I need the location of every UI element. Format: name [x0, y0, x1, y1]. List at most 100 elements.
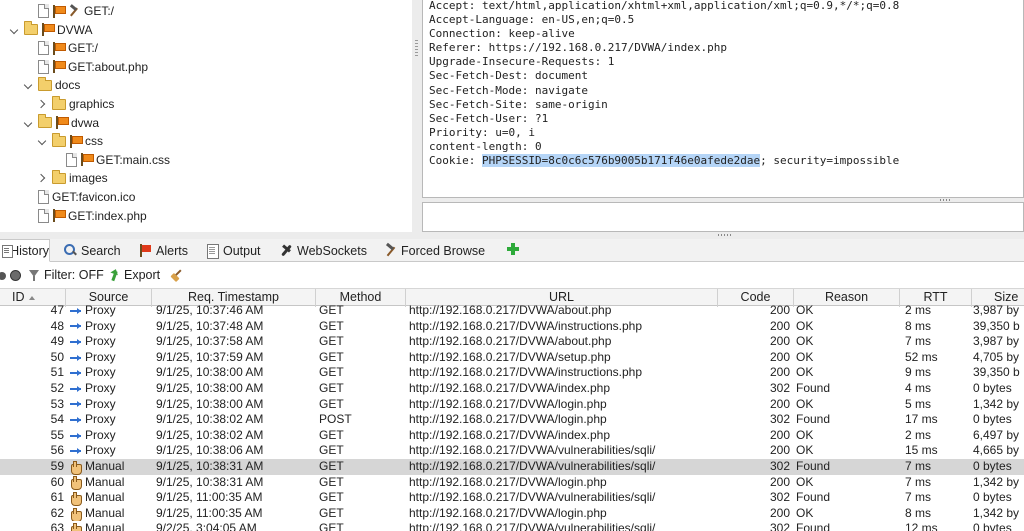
tree-node[interactable]: DVWA — [10, 21, 93, 39]
expanded-chevron-icon[interactable] — [24, 114, 34, 132]
tree-node[interactable]: css — [38, 132, 103, 150]
sites-tree[interactable]: GET:/ DVWA GET:/ GET:about.php docs graphics d… — [0, 0, 412, 232]
cell-method: POST — [319, 412, 352, 427]
expanded-chevron-icon[interactable] — [24, 76, 34, 94]
cell-code: 302 — [769, 521, 790, 531]
collapsed-chevron-icon[interactable] — [38, 169, 48, 187]
tree-node[interactable]: GET:/ — [24, 39, 98, 57]
tree-node[interactable]: graphics — [38, 95, 114, 113]
cell-rtt: 5 ms — [905, 396, 932, 411]
table-row[interactable]: 52 Proxy 9/1/25, 10:38:00 AM GET http://192.… — [0, 381, 1024, 397]
header-line: Priority: u=0, i — [429, 125, 535, 139]
alert-flag-icon — [41, 23, 55, 37]
header-line: Sec-Fetch-Mode: navigate — [429, 83, 588, 97]
tree-node-label: images — [69, 171, 108, 186]
tree-node-label: GET:about.php — [68, 59, 149, 74]
alerts-flag-icon — [139, 244, 152, 257]
table-row[interactable]: 54 Proxy 9/1/25, 10:38:02 AM POST http://192… — [0, 412, 1024, 428]
history-table[interactable]: ID Source Req. Timestamp Method URL Code… — [0, 288, 1024, 531]
scope-dot-icon[interactable] — [0, 272, 6, 280]
table-row[interactable]: 50 Proxy 9/1/25, 10:37:59 AM GET http://192.… — [0, 350, 1024, 366]
show-all-ball-icon[interactable] — [10, 270, 21, 281]
table-row[interactable]: 63 Manual 9/2/25, 3:04:05 AM GET http://192.… — [0, 521, 1024, 531]
tree-node[interactable]: GET:/ — [24, 2, 114, 20]
cell-source: Manual — [70, 506, 150, 522]
table-row[interactable]: 61 Manual 9/1/25, 11:00:35 AM GET http://192… — [0, 490, 1024, 506]
tree-node[interactable]: GET:main.css — [52, 151, 170, 169]
cell-source: Proxy — [70, 334, 150, 350]
cell-reason: Found — [796, 459, 831, 473]
request-body-panel[interactable] — [422, 202, 1024, 232]
export-icon[interactable] — [110, 269, 120, 282]
cell-size: 39,350 b — [973, 365, 1020, 380]
cell-source: Manual — [70, 475, 150, 491]
table-row[interactable]: 62 Manual 9/1/25, 11:00:35 AM GET http://192… — [0, 506, 1024, 522]
source-label: Proxy — [85, 318, 116, 333]
filter-button[interactable]: Filter: OFF — [44, 268, 104, 282]
table-row[interactable]: 60 Manual 9/1/25, 10:38:31 AM GET http://192… — [0, 475, 1024, 491]
tree-node[interactable]: GET:index.php — [24, 207, 147, 225]
cell-timestamp: 9/1/25, 10:38:31 AM — [156, 459, 264, 473]
tree-node[interactable]: GET:about.php — [24, 58, 148, 76]
tab-alerts[interactable]: Alerts — [137, 240, 195, 261]
cell-url: http://192.168.0.217/DVWA/setup.php — [409, 349, 611, 364]
proxy-arrow-icon — [70, 400, 82, 408]
tree-node-label: docs — [55, 78, 81, 93]
cell-method: GET — [319, 349, 344, 364]
collapsed-chevron-icon[interactable] — [38, 95, 48, 113]
cell-reason: Found — [796, 521, 831, 531]
main-splitter[interactable] — [0, 232, 1024, 239]
cell-source: Proxy — [70, 350, 150, 366]
cell-timestamp: 9/1/25, 10:38:00 AM — [156, 365, 264, 380]
tab-websockets[interactable]: WebSockets — [278, 240, 374, 261]
table-row[interactable]: 48 Proxy 9/1/25, 10:37:48 AM GET http://192.… — [0, 319, 1024, 335]
tree-node-label: GET:index.php — [68, 208, 147, 223]
cell-id: 47 — [50, 303, 64, 317]
tree-node[interactable]: dvwa — [24, 114, 99, 132]
table-row[interactable]: 47 Proxy 9/1/25, 10:37:46 AM GET http://192.… — [0, 303, 1024, 319]
cell-size: 1,342 by — [973, 396, 1020, 411]
source-label: Proxy — [85, 396, 116, 411]
request-header-panel[interactable]: Accept: text/html,application/xhtml+xml,… — [422, 0, 1024, 198]
expanded-chevron-icon[interactable] — [10, 21, 20, 39]
table-row[interactable]: 59 Manual 9/1/25, 10:38:31 AM GET http://192… — [0, 459, 1024, 475]
tree-node[interactable]: GET:favicon.ico — [24, 188, 135, 206]
header-line: Referer: https://192.168.0.217/DVWA/inde… — [429, 41, 728, 55]
tree-node[interactable]: docs — [24, 76, 80, 94]
tab-label: Alerts — [156, 243, 188, 258]
table-row[interactable]: 56 Proxy 9/1/25, 10:38:06 AM GET http://192.… — [0, 443, 1024, 459]
cell-timestamp: 9/1/25, 10:38:00 AM — [156, 396, 264, 411]
tab-label: Forced Browse — [401, 243, 486, 258]
cell-code: 200 — [769, 334, 790, 349]
cell-size: 3,987 by — [973, 334, 1020, 349]
page-icon — [38, 41, 49, 56]
alert-flag-icon — [55, 116, 69, 130]
forced-browse-icon — [384, 244, 397, 257]
cell-source: Proxy — [70, 381, 150, 397]
folder-icon — [38, 114, 52, 129]
export-button[interactable]: Export — [124, 268, 160, 282]
tab-forced-browse[interactable]: Forced Browse — [382, 240, 492, 261]
tab-label: Output — [223, 243, 261, 258]
request-header-text[interactable]: Accept: text/html,application/xhtml+xml,… — [429, 0, 899, 168]
tab-search[interactable]: Search — [62, 240, 126, 261]
table-row[interactable]: 49 Proxy 9/1/25, 10:37:58 AM GET http://192.… — [0, 334, 1024, 350]
cell-id: 50 — [50, 349, 64, 364]
table-row[interactable]: 55 Proxy 9/1/25, 10:38:02 AM GET http://192.… — [0, 428, 1024, 444]
cell-reason: Found — [796, 490, 831, 505]
cell-method: GET — [319, 490, 344, 505]
table-row[interactable]: 51 Proxy 9/1/25, 10:38:00 AM GET http://192.… — [0, 365, 1024, 381]
clear-broom-icon[interactable] — [171, 269, 184, 282]
table-row[interactable]: 53 Proxy 9/1/25, 10:38:00 AM GET http://192.… — [0, 397, 1024, 413]
cell-source: Manual — [70, 459, 150, 475]
add-tab-plus-icon[interactable] — [506, 242, 520, 256]
tab-output[interactable]: Output — [204, 240, 268, 261]
cell-rtt: 2 ms — [905, 303, 932, 317]
tree-node[interactable]: images — [38, 169, 108, 187]
vertical-splitter[interactable] — [412, 0, 422, 232]
cell-size: 0 bytes — [973, 490, 1012, 505]
expanded-chevron-icon[interactable] — [38, 132, 48, 150]
selected-session-cookie[interactable]: PHPSESSID=8c0c6c576b9005b171f46e0afede2d… — [481, 154, 761, 168]
cell-timestamp: 9/1/25, 10:37:48 AM — [156, 318, 264, 333]
tab-history[interactable]: History — [0, 239, 50, 262]
